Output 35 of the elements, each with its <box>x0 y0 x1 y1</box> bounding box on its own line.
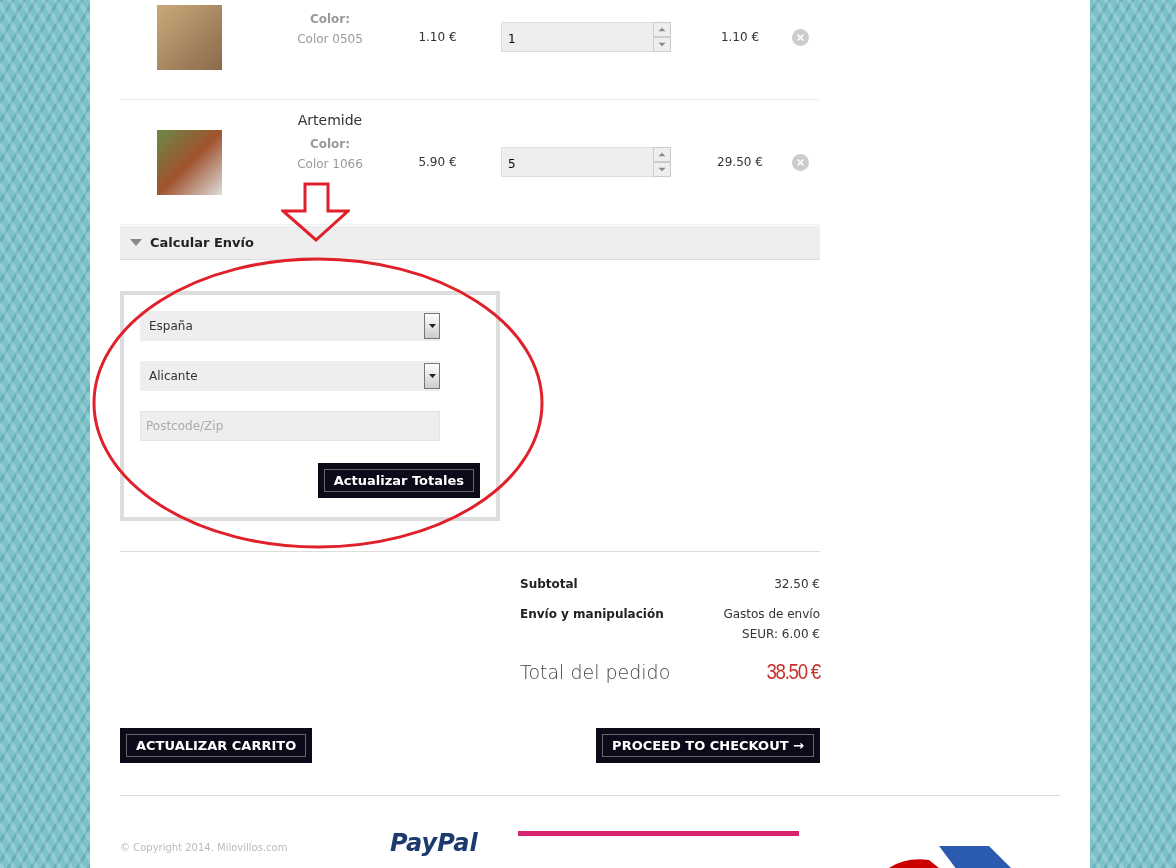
update-totals-button[interactable]: Actualizar Totales <box>317 463 480 498</box>
shipping-calculator-toggle[interactable]: Calcular Envío <box>150 235 254 250</box>
quantity-field[interactable]: 1 <box>501 22 653 52</box>
remove-icon[interactable] <box>791 28 809 46</box>
product-photo-placeholder <box>157 129 222 195</box>
subtotal-label: Subtotal <box>520 576 578 593</box>
color-label: Color: <box>309 11 351 28</box>
subtotal-value: 32.50 € <box>774 576 820 593</box>
update-cart-button[interactable]: ACTUALIZAR CARRITO <box>120 728 313 763</box>
triangle-icon[interactable] <box>130 238 142 247</box>
arrow-annotation <box>281 182 350 242</box>
postcode-field[interactable]: Postcode/Zip <box>140 411 440 441</box>
province-select[interactable]: Alicante <box>140 361 440 391</box>
copyright-text: © Copyright 2014. Milovillos.com <box>120 842 289 853</box>
color-value: Color 0505 <box>297 31 363 48</box>
shipping-label: Envío y manipulación <box>520 606 664 623</box>
unit-price: 5.90 € <box>418 155 457 169</box>
unit-price: 1.10 € <box>418 30 457 44</box>
color-value: Color 1066 <box>297 156 363 173</box>
order-total-value: 38.50 € <box>766 662 820 682</box>
product-photo-placeholder <box>157 4 222 70</box>
country-select[interactable]: España <box>140 311 440 341</box>
remove-icon[interactable] <box>791 153 809 171</box>
color-label: Color: <box>309 136 351 153</box>
product-name[interactable]: Artemide <box>297 110 363 130</box>
caret-icon[interactable] <box>428 324 436 328</box>
line-total: 29.50 € <box>717 155 763 169</box>
order-total-label: Total del pedido <box>520 662 671 682</box>
checkout-button[interactable]: PROCEED TO CHECKOUT → <box>596 728 820 763</box>
shipping-value: SEUR: 6.00 € <box>741 626 820 643</box>
quantity-field[interactable]: 5 <box>501 147 653 177</box>
caret-icon[interactable] <box>428 374 436 378</box>
paypal-logo: PayPal <box>390 830 478 856</box>
line-total: 1.10 € <box>720 30 760 44</box>
shipping-value: Gastos de envío <box>723 606 820 623</box>
